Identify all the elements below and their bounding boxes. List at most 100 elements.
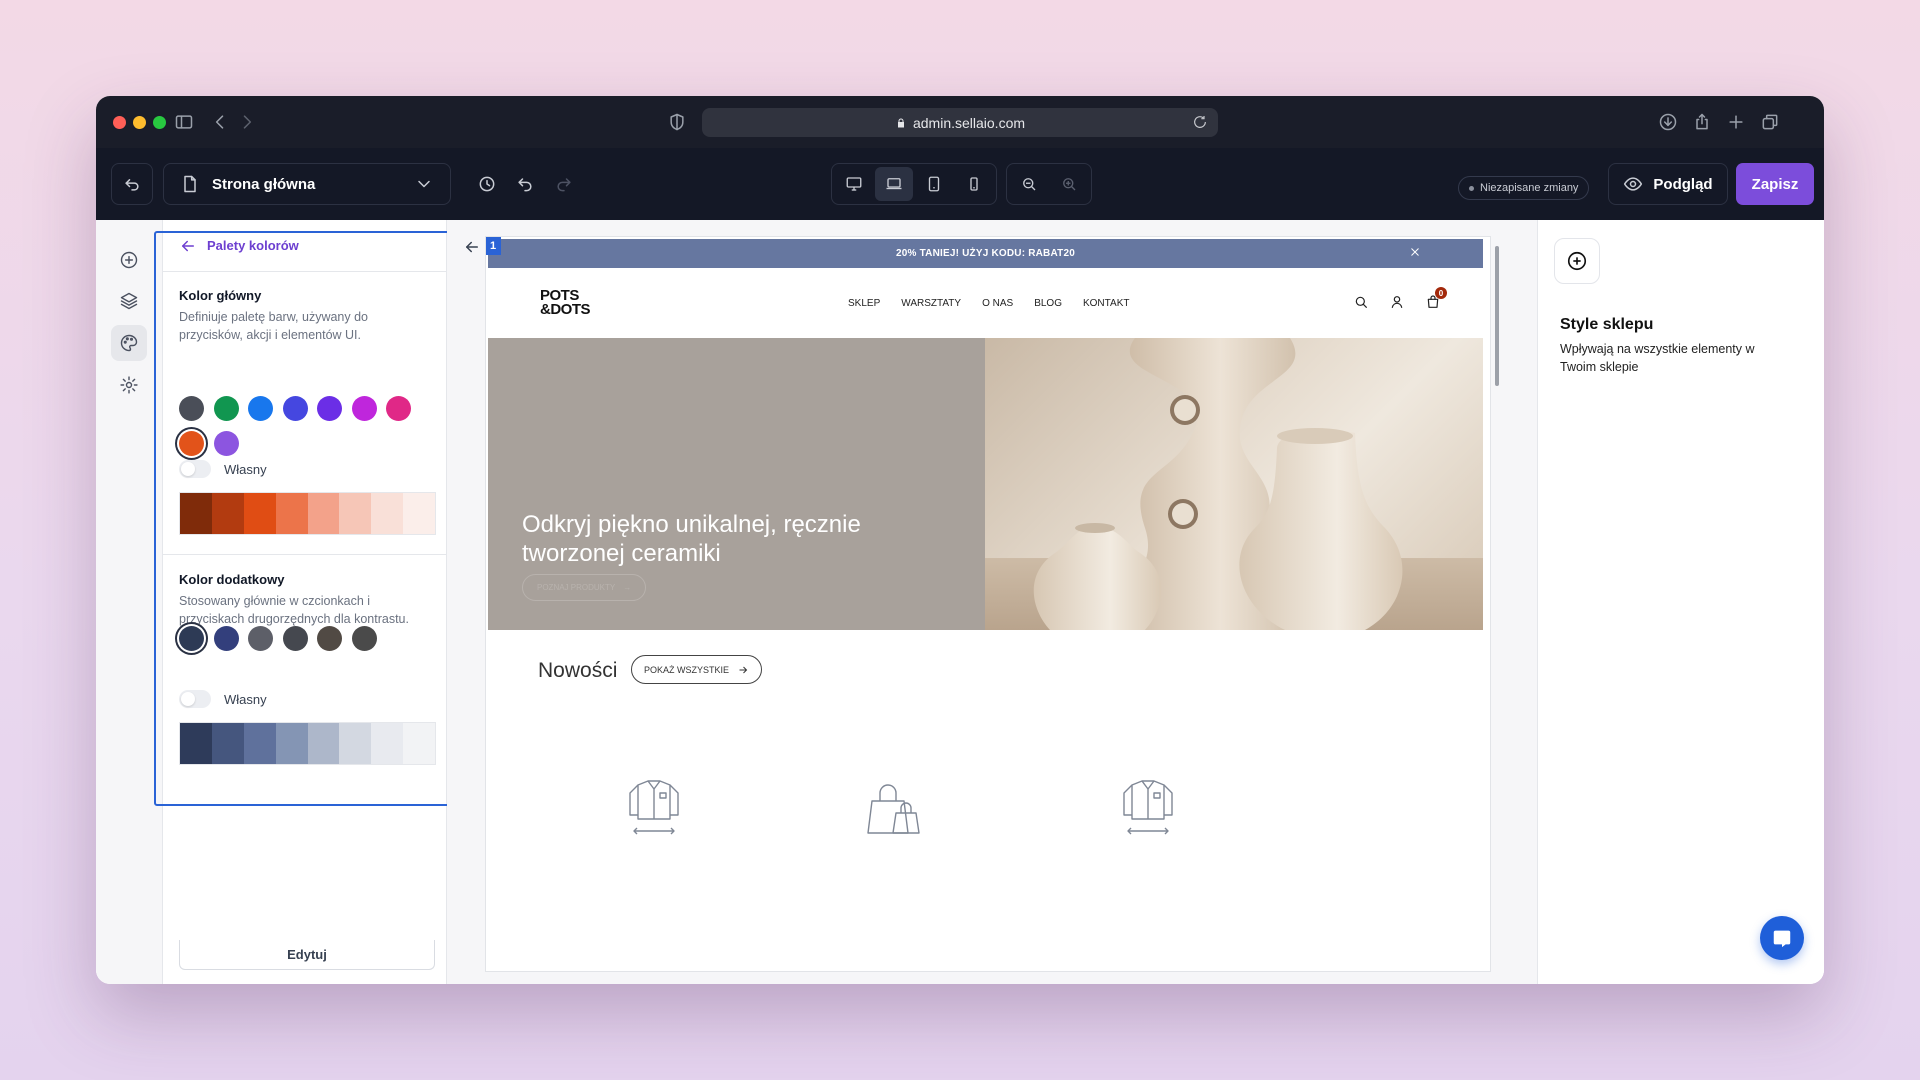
scrollbar-thumb[interactable] xyxy=(1495,246,1499,386)
menu-item-warsztaty[interactable]: WARSZTATY xyxy=(901,298,961,309)
unsaved-changes-badge: Niezapisane zmiany xyxy=(1458,176,1590,200)
return-icon xyxy=(125,179,139,191)
secondary-color-swatch[interactable] xyxy=(248,626,273,651)
logo-line-2: &DOTS xyxy=(540,301,591,318)
panel-back-button[interactable]: Palety kolorów xyxy=(163,220,446,272)
reload-icon[interactable] xyxy=(1192,114,1208,133)
forward-nav-icon[interactable] xyxy=(236,111,258,133)
undo-icon xyxy=(518,178,532,192)
cart-icon[interactable]: 0 xyxy=(1423,287,1447,312)
primary-ramp-shade xyxy=(403,493,435,534)
primary-color-swatch[interactable] xyxy=(351,396,377,421)
primary-color-swatch[interactable] xyxy=(213,431,239,456)
editor-toolbar: Strona główna Niezapisane zmiany Podgląd… xyxy=(96,148,1824,220)
mobile-view-button[interactable] xyxy=(955,167,993,201)
section-number-badge: 1 xyxy=(486,237,501,255)
primary-color-ramp xyxy=(179,492,436,535)
section-divider xyxy=(163,554,446,555)
secondary-custom-toggle-row: Własny xyxy=(179,690,267,708)
search-icon[interactable] xyxy=(1351,292,1371,312)
menu-item-o-nas[interactable]: O NAS xyxy=(982,298,1013,309)
primary-color-swatch[interactable] xyxy=(248,396,273,421)
primary-color-swatch[interactable] xyxy=(213,396,239,421)
secondary-color-swatch[interactable] xyxy=(179,626,204,651)
chat-support-button[interactable] xyxy=(1760,916,1804,960)
status-dot xyxy=(1469,185,1474,191)
history-button[interactable] xyxy=(470,163,504,205)
site-logo[interactable]: POTS &DOTS xyxy=(540,288,591,318)
zoom-in-button[interactable] xyxy=(1050,167,1088,201)
secondary-color-swatch[interactable] xyxy=(282,626,308,651)
back-nav-icon[interactable] xyxy=(209,111,231,133)
zoom-out-button[interactable] xyxy=(1010,167,1048,201)
secondary-custom-toggle[interactable] xyxy=(179,690,211,708)
download-icon[interactable] xyxy=(1657,111,1679,133)
preview-canvas: 1 20% TANIEJ! UŻYJ KODU: RABAT20 POTS &D… xyxy=(447,220,1499,984)
preview-scrollbar[interactable] xyxy=(1493,236,1501,972)
promo-bar[interactable]: 20% TANIEJ! UŻYJ KODU: RABAT20 xyxy=(488,239,1483,268)
hero-banner[interactable]: Odkryj piękno unikalnej, ręcznie tworzon… xyxy=(488,338,1483,630)
redo-button[interactable] xyxy=(547,163,581,205)
address-bar[interactable]: admin.sellaio.com xyxy=(702,108,1218,137)
secondary-color-swatch[interactable] xyxy=(213,626,239,651)
primary-custom-toggle[interactable] xyxy=(179,460,211,478)
layers-icon xyxy=(120,292,138,310)
undo-button[interactable] xyxy=(508,163,542,205)
tablet-view-button[interactable] xyxy=(915,167,953,201)
page-select-dropdown[interactable]: Strona główna xyxy=(163,163,451,205)
tab-overview-icon[interactable] xyxy=(1759,111,1781,133)
primary-color-swatch[interactable] xyxy=(179,396,204,421)
new-tab-icon[interactable] xyxy=(1725,111,1747,133)
secondary-color-section: Kolor dodatkowy Stosowany głównie w czci… xyxy=(179,572,435,628)
close-window-button[interactable] xyxy=(113,116,126,129)
secondary-ramp-shade xyxy=(339,723,372,764)
edit-button[interactable]: Edytuj xyxy=(179,940,435,970)
add-section-button[interactable] xyxy=(111,242,147,278)
ceramic-vases-illustration xyxy=(985,338,1483,630)
save-button[interactable]: Zapisz xyxy=(1736,163,1814,205)
layers-button[interactable] xyxy=(111,283,147,319)
secondary-color-swatch[interactable] xyxy=(351,626,377,651)
maximize-window-button[interactable] xyxy=(153,116,166,129)
show-all-button[interactable]: POKAŻ WSZYSTKIE xyxy=(631,655,763,684)
preview-label: Podgląd xyxy=(1653,175,1713,193)
desktop-icon xyxy=(846,177,862,191)
redo-icon xyxy=(557,178,571,192)
store-styles-panel: Style sklepu Wpływają na wszystkie eleme… xyxy=(1537,220,1824,984)
laptop-view-button[interactable] xyxy=(875,167,913,201)
product-placeholder-bag-icon[interactable] xyxy=(866,777,922,837)
user-icon[interactable] xyxy=(1387,292,1407,312)
arrow-right-icon xyxy=(739,666,748,673)
product-placeholder-shirt-icon-2[interactable] xyxy=(1120,777,1176,837)
preview-button[interactable]: Podgląd xyxy=(1608,163,1728,205)
secondary-color-swatch[interactable] xyxy=(317,626,342,651)
settings-button[interactable] xyxy=(111,367,147,403)
hero-cta-button[interactable]: POZNAJ PRODUKTY → xyxy=(522,574,647,601)
desktop-view-button[interactable] xyxy=(835,167,873,201)
menu-item-sklep[interactable]: SKLEP xyxy=(848,298,880,309)
primary-color-swatch[interactable] xyxy=(179,431,204,456)
secondary-color-title: Kolor dodatkowy xyxy=(179,572,285,587)
sidebar-toggle-icon[interactable] xyxy=(173,111,195,133)
minimize-window-button[interactable] xyxy=(133,116,146,129)
primary-color-swatch[interactable] xyxy=(282,396,308,421)
collapse-panel-arrow[interactable] xyxy=(463,238,481,261)
close-icon[interactable] xyxy=(1409,246,1423,260)
primary-color-swatch[interactable] xyxy=(317,396,342,421)
primary-color-swatch[interactable] xyxy=(386,396,411,421)
menu-item-kontakt[interactable]: KONTAKT xyxy=(1083,298,1129,309)
privacy-shield-icon[interactable] xyxy=(666,111,688,133)
palette-icon xyxy=(120,334,138,352)
theme-styles-button[interactable] xyxy=(111,325,147,361)
exit-editor-button[interactable] xyxy=(111,163,153,205)
secondary-custom-label: Własny xyxy=(224,691,267,707)
gear-icon xyxy=(120,376,138,394)
site-preview[interactable]: 1 20% TANIEJ! UŻYJ KODU: RABAT20 POTS &D… xyxy=(485,236,1491,972)
secondary-ramp-shade xyxy=(180,723,212,764)
add-style-button[interactable] xyxy=(1554,238,1600,284)
color-palettes-panel: Palety kolorów Kolor główny Definiuje pa… xyxy=(162,220,447,984)
primary-color-title: Kolor główny xyxy=(179,288,262,303)
product-placeholder-shirt-icon[interactable] xyxy=(626,777,682,837)
menu-item-blog[interactable]: BLOG xyxy=(1034,298,1062,309)
share-icon[interactable] xyxy=(1691,111,1713,133)
